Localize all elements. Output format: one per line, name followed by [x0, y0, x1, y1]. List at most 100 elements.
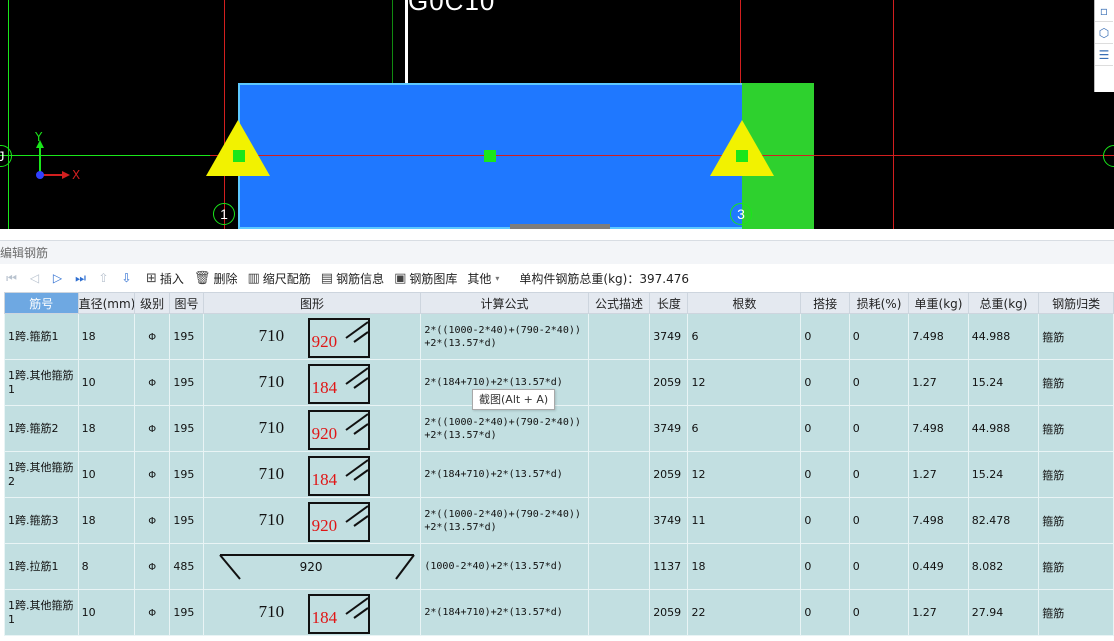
- cell-diameter[interactable]: 10: [77, 451, 136, 498]
- cell-shape[interactable]: 710 920: [202, 405, 422, 452]
- cell-lap[interactable]: 0: [800, 451, 850, 498]
- col-header-loss[interactable]: 损耗(%): [848, 292, 910, 314]
- cell-count[interactable]: 6: [687, 313, 802, 360]
- cell-bar-no[interactable]: 1跨.其他箍筋2: [4, 451, 79, 498]
- cell-total-weight[interactable]: 27.94: [967, 589, 1040, 636]
- cell-count[interactable]: 12: [687, 451, 802, 498]
- cell-figure-no[interactable]: 195: [169, 497, 204, 544]
- cell-unit-weight[interactable]: 7.498: [908, 313, 969, 360]
- cell-diameter[interactable]: 18: [77, 405, 136, 452]
- cell-lap[interactable]: 0: [800, 589, 850, 636]
- cell-unit-weight[interactable]: 1.27: [908, 359, 969, 406]
- insert-button[interactable]: ⊞ 插入: [146, 270, 184, 287]
- cell-figure-no[interactable]: 195: [169, 589, 204, 636]
- cell-formula-desc[interactable]: [587, 405, 651, 452]
- col-header-category[interactable]: 钢筋归类: [1038, 292, 1114, 314]
- cell-count[interactable]: 18: [687, 543, 802, 590]
- cell-total-weight[interactable]: 15.24: [967, 359, 1040, 406]
- cell-figure-no[interactable]: 195: [169, 313, 204, 360]
- grip-point[interactable]: [736, 150, 748, 162]
- move-up-icon[interactable]: ⇧: [92, 268, 115, 288]
- col-header-formula[interactable]: 计算公式: [420, 292, 589, 314]
- col-header-count[interactable]: 根数: [687, 292, 802, 314]
- table-row[interactable]: 1跨.箍筋2 18 Φ 195 710 920 2*((1000-2*40)+(790-2*…: [4, 405, 1114, 452]
- cell-loss[interactable]: 0: [848, 313, 910, 360]
- table-row[interactable]: 1跨.其他箍筋2 10 Φ 195 710 184 2*(184+710)+2*(13.57…: [4, 451, 1114, 498]
- cell-figure-no[interactable]: 195: [169, 405, 204, 452]
- cell-bar-no[interactable]: 1跨.拉筋1: [4, 543, 79, 590]
- first-record-icon[interactable]: ⏮: [0, 268, 23, 288]
- cell-loss[interactable]: 0: [848, 543, 910, 590]
- cell-lap[interactable]: 0: [800, 405, 850, 452]
- prev-record-icon[interactable]: ◁: [23, 268, 46, 288]
- cell-total-weight[interactable]: 44.988: [967, 405, 1040, 452]
- cell-unit-weight[interactable]: 7.498: [908, 405, 969, 452]
- cell-lap[interactable]: 0: [800, 313, 850, 360]
- cell-formula[interactable]: 2*((1000-2*40)+(790-2*40)) +2*(13.57*d): [420, 497, 589, 544]
- table-row[interactable]: 1跨.其他箍筋1 10 Φ 195 710 184 2*(184+710)+2*(13.57…: [4, 359, 1114, 406]
- col-header-unit-weight[interactable]: 单重(kg): [908, 292, 969, 314]
- grip-point[interactable]: [233, 150, 245, 162]
- col-header-grade[interactable]: 级别: [134, 292, 171, 314]
- cell-unit-weight[interactable]: 7.498: [908, 497, 969, 544]
- cell-bar-no[interactable]: 1跨.箍筋2: [4, 405, 79, 452]
- scale-rebar-button[interactable]: ▥ 缩尺配筋: [247, 270, 310, 287]
- cell-shape[interactable]: 710 920: [202, 497, 422, 544]
- cad-viewport[interactable]: G0C10 J 1 3 Y X ▫ ⬡ ☰: [0, 0, 1114, 229]
- col-header-figure-no[interactable]: 图号: [169, 292, 204, 314]
- cell-lap[interactable]: 0: [800, 497, 850, 544]
- cell-unit-weight[interactable]: 1.27: [908, 589, 969, 636]
- grip-point[interactable]: [484, 150, 496, 162]
- cell-grade[interactable]: Φ: [134, 451, 171, 498]
- cell-category[interactable]: 箍筋: [1038, 451, 1114, 498]
- move-down-icon[interactable]: ⇩: [115, 268, 138, 288]
- cell-category[interactable]: 箍筋: [1038, 497, 1114, 544]
- col-header-formula-desc[interactable]: 公式描述: [587, 292, 651, 314]
- cell-category[interactable]: 箍筋: [1038, 359, 1114, 406]
- other-dropdown[interactable]: 其他 ▾: [467, 270, 499, 287]
- cell-bar-no[interactable]: 1跨.其他箍筋1: [4, 589, 79, 636]
- cell-loss[interactable]: 0: [848, 589, 910, 636]
- cell-diameter[interactable]: 18: [77, 497, 136, 544]
- view-button[interactable]: ▫: [1095, 0, 1113, 22]
- next-record-icon[interactable]: ▷: [46, 268, 69, 288]
- cell-length[interactable]: 2059: [649, 359, 689, 406]
- rebar-info-button[interactable]: ▤ 钢筋信息: [321, 270, 384, 287]
- cell-length[interactable]: 3749: [649, 405, 689, 452]
- cell-loss[interactable]: 0: [848, 451, 910, 498]
- table-row[interactable]: 1跨.箍筋3 18 Φ 195 710 920 2*((1000-2*40)+(790-2*…: [4, 497, 1114, 544]
- last-record-icon[interactable]: ⏭: [69, 268, 92, 288]
- cell-formula-desc[interactable]: [587, 451, 651, 498]
- cell-lap[interactable]: 0: [800, 359, 850, 406]
- table-row[interactable]: 1跨.拉筋1 8 Φ 485 920 (1000-2*40)+2*(13.57*d) 113…: [4, 543, 1114, 590]
- cell-figure-no[interactable]: 195: [169, 359, 204, 406]
- cell-total-weight[interactable]: 15.24: [967, 451, 1040, 498]
- cell-diameter[interactable]: 10: [77, 359, 136, 406]
- cell-loss[interactable]: 0: [848, 497, 910, 544]
- cell-shape[interactable]: 710 920: [202, 313, 422, 360]
- cell-category[interactable]: 箍筋: [1038, 589, 1114, 636]
- cell-length[interactable]: 3749: [649, 497, 689, 544]
- cell-formula[interactable]: 2*((1000-2*40)+(790-2*40)) +2*(13.57*d): [420, 313, 589, 360]
- list-view-icon[interactable]: ☰: [1095, 44, 1113, 66]
- cell-formula[interactable]: 2*(184+710)+2*(13.57*d): [420, 451, 589, 498]
- cell-diameter[interactable]: 8: [77, 543, 136, 590]
- cell-figure-no[interactable]: 485: [169, 543, 204, 590]
- cell-formula-desc[interactable]: [587, 313, 651, 360]
- col-header-total-weight[interactable]: 总重(kg): [967, 292, 1040, 314]
- table-row[interactable]: 1跨.箍筋1 18 Φ 195 710 920 2*((1000-2*40)+(790-2*…: [4, 313, 1114, 360]
- cell-bar-no[interactable]: 1跨.箍筋1: [4, 313, 79, 360]
- cell-grade[interactable]: Φ: [134, 313, 171, 360]
- cell-bar-no[interactable]: 1跨.其他箍筋1: [4, 359, 79, 406]
- cell-total-weight[interactable]: 8.082: [967, 543, 1040, 590]
- cell-count[interactable]: 11: [687, 497, 802, 544]
- cell-shape[interactable]: 920: [202, 543, 422, 590]
- cell-formula-desc[interactable]: [587, 589, 651, 636]
- cell-grade[interactable]: Φ: [134, 589, 171, 636]
- cell-count[interactable]: 6: [687, 405, 802, 452]
- delete-button[interactable]: 🗑 删除: [194, 270, 238, 287]
- col-header-shape[interactable]: 图形: [202, 292, 422, 314]
- cell-formula-desc[interactable]: [587, 497, 651, 544]
- cell-grade[interactable]: Φ: [134, 497, 171, 544]
- cell-length[interactable]: 3749: [649, 313, 689, 360]
